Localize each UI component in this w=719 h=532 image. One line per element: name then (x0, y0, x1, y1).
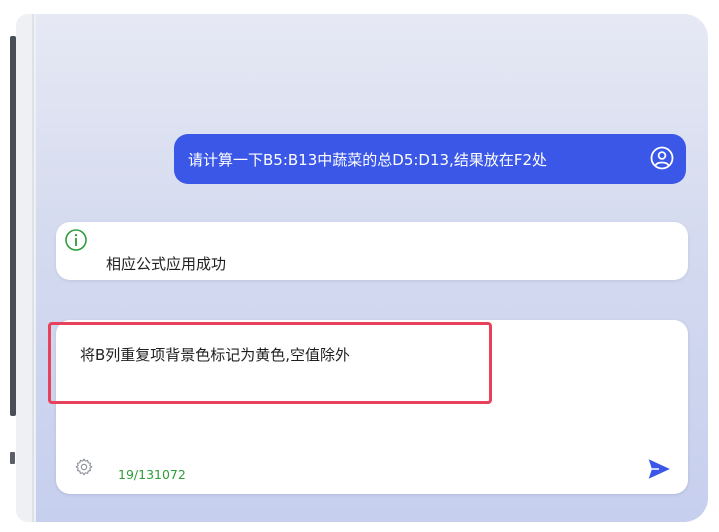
background-divider (10, 452, 15, 464)
character-count: 19/131072 (118, 467, 186, 482)
user-message-bubble: 请计算一下B5:B13中蔬菜的总D5:D13,结果放在F2处 (174, 134, 686, 184)
panel-border-line (32, 14, 34, 522)
chat-panel: 请计算一下B5:B13中蔬菜的总D5:D13,结果放在F2处 相应公式应用成功 … (36, 14, 708, 522)
background-window-edge (0, 0, 16, 532)
panel-left-edge (16, 14, 38, 522)
message-input[interactable]: 将B列重复项背景色标记为黄色,空值除外 (80, 344, 350, 365)
system-message-bubble: 相应公式应用成功 (56, 222, 688, 280)
user-circle-icon (650, 146, 674, 170)
system-message-text: 相应公式应用成功 (106, 255, 227, 273)
user-message-text: 请计算一下B5:B13中蔬菜的总D5:D13,结果放在F2处 (188, 150, 547, 169)
gear-icon[interactable] (74, 457, 94, 477)
info-circle-icon (65, 229, 87, 251)
send-icon[interactable] (646, 456, 672, 482)
message-composer[interactable]: 将B列重复项背景色标记为黄色,空值除外 19/131072 (48, 320, 688, 494)
